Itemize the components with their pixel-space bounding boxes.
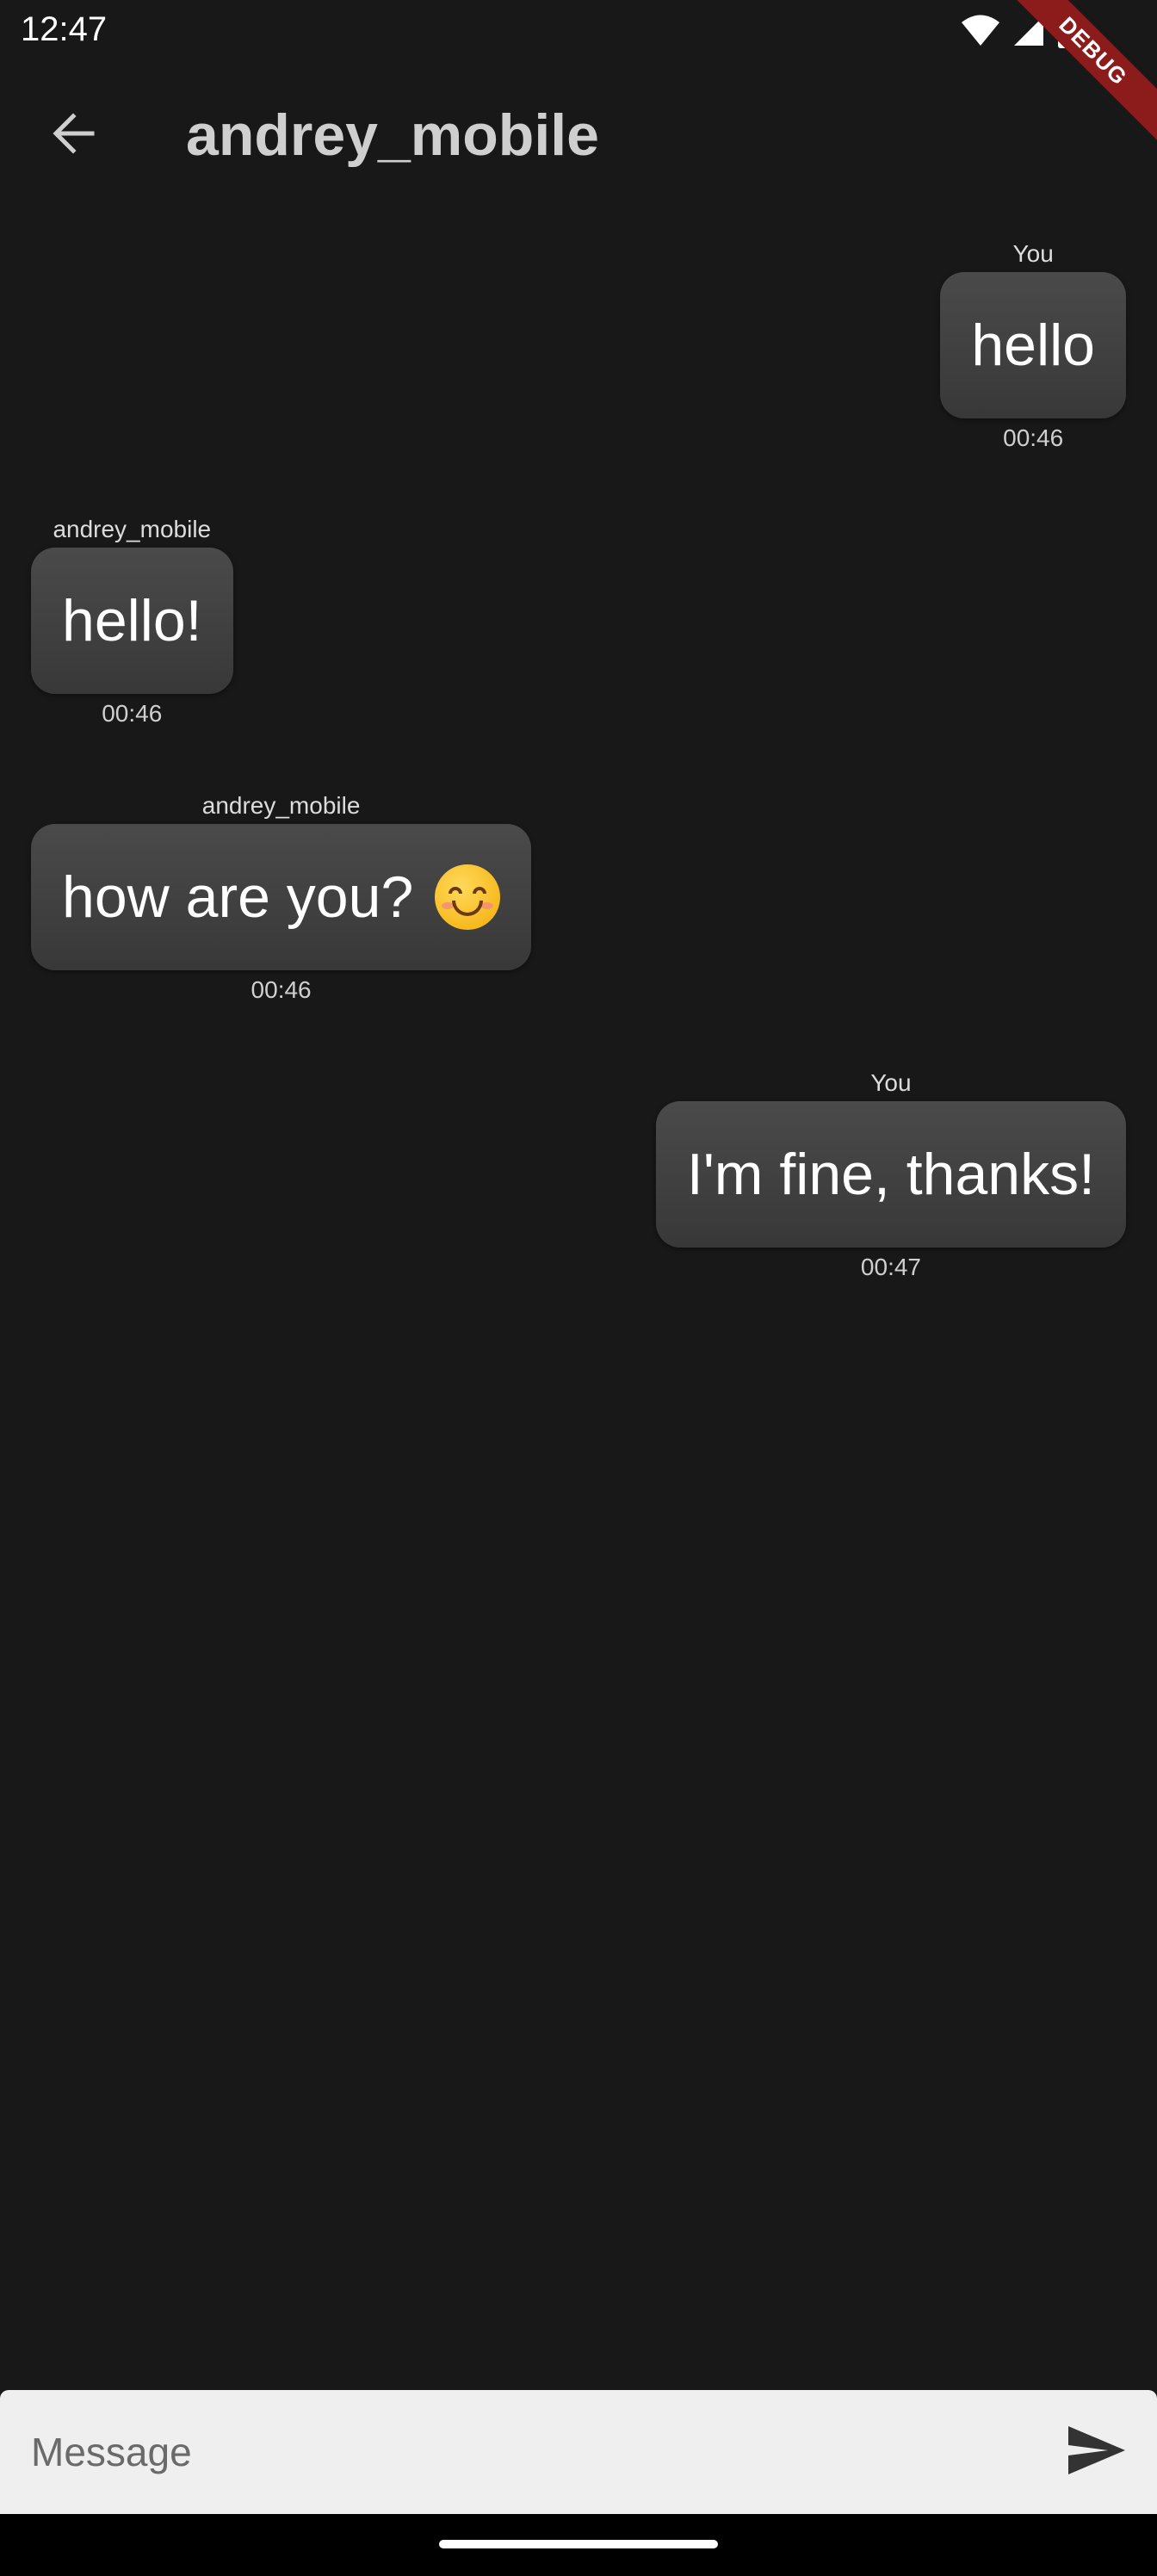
message-bubble[interactable]: hello xyxy=(940,272,1126,418)
message-input[interactable] xyxy=(0,2390,1033,2514)
wifi-icon xyxy=(961,15,1000,47)
message-time: 00:46 xyxy=(102,700,163,727)
message-text: hello! xyxy=(62,588,202,653)
send-button[interactable] xyxy=(1057,2412,1136,2492)
back-button[interactable] xyxy=(34,96,112,174)
message-text: how are you? xyxy=(62,864,430,930)
message-sender: andrey_mobile xyxy=(53,516,212,542)
message-item: andrey_mobile how are you? 00:46 xyxy=(31,791,532,1005)
arrow-left-icon xyxy=(51,111,96,160)
send-icon xyxy=(1067,2424,1127,2480)
message-sender: You xyxy=(1012,240,1054,267)
message-item: andrey_mobile hello! 00:46 xyxy=(31,515,233,728)
message-time: 00:46 xyxy=(1003,424,1064,451)
status-time: 12:47 xyxy=(21,10,108,48)
app-bar: andrey_mobile xyxy=(0,62,1157,207)
smiling-face-emoji-icon xyxy=(435,864,501,930)
message-text: hello xyxy=(971,313,1095,378)
message-composer xyxy=(0,2390,1157,2514)
message-item: You hello 00:46 xyxy=(940,239,1126,453)
message-time: 00:46 xyxy=(251,976,312,1003)
chat-screen: 12:47 DEBUG andrey_mobile You hello 00:4… xyxy=(0,0,1157,2576)
message-sender: andrey_mobile xyxy=(201,792,361,819)
status-bar: 12:47 xyxy=(0,0,1157,62)
system-nav-bar xyxy=(0,2514,1157,2576)
message-item: You I'm fine, thanks! 00:47 xyxy=(655,1068,1126,1282)
home-indicator[interactable] xyxy=(439,2540,718,2548)
message-text: I'm fine, thanks! xyxy=(686,1142,1095,1207)
message-bubble[interactable]: hello! xyxy=(31,548,233,694)
message-time: 00:47 xyxy=(860,1254,921,1280)
message-sender: You xyxy=(870,1069,912,1096)
message-bubble[interactable]: I'm fine, thanks! xyxy=(655,1101,1126,1248)
chat-title: andrey_mobile xyxy=(186,102,599,168)
message-bubble[interactable]: how are you? xyxy=(31,824,532,970)
